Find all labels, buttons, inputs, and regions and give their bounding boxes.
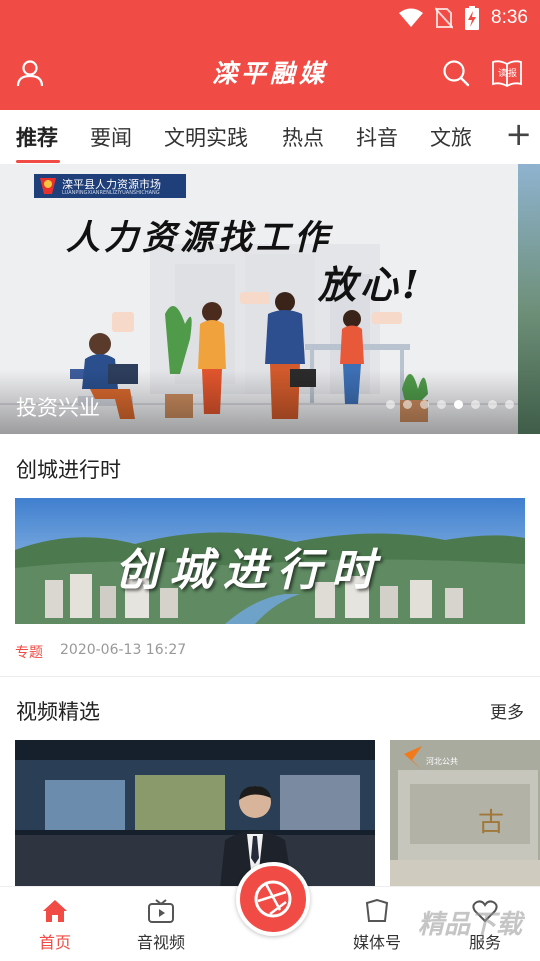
banner-headline-2: 放心!	[318, 262, 423, 307]
camera-shutter-icon	[254, 880, 292, 918]
read-icon-label: 读报	[498, 69, 519, 79]
banner-next-slide-peek	[518, 164, 540, 434]
search-icon[interactable]	[442, 59, 470, 87]
channel-badge: 河北公共	[426, 757, 458, 766]
status-icons: 8:36	[399, 6, 528, 30]
tab-news[interactable]: 要闻	[90, 122, 132, 152]
pagination-dot[interactable]	[386, 400, 395, 409]
pagination-dot[interactable]	[403, 400, 412, 409]
pagination-dot[interactable]	[488, 400, 497, 409]
stone-carving-glyph: 古	[478, 808, 505, 838]
wifi-icon	[399, 8, 424, 27]
watermark-text: 精品下载	[418, 909, 523, 939]
active-tab-indicator	[16, 160, 60, 163]
category-tabs: 推荐 要闻 文明实践 热点 抖音 文旅 +	[0, 110, 540, 164]
pagination-dot-active[interactable]	[454, 400, 463, 409]
pagination-dot[interactable]	[471, 400, 480, 409]
banner-caption: 投资兴业	[16, 396, 100, 420]
section-divider	[0, 676, 540, 677]
video-thumbnail[interactable]: 河北公共 古	[390, 740, 540, 888]
banner-logo-subtext: LUANPINGXIANRENLIZIYUANSHICHANG	[62, 190, 160, 196]
video-section-title: 视频精选	[16, 700, 100, 724]
banner-pagination	[386, 400, 514, 409]
nav-label-media: 媒体号	[352, 933, 401, 952]
tab-culture-travel[interactable]: 文旅	[430, 122, 472, 152]
news-studio-image	[15, 740, 375, 888]
center-action-button[interactable]	[236, 862, 310, 936]
article-tag: 专题	[15, 645, 43, 661]
status-time: 8:36	[491, 7, 528, 28]
feature-image-text: 创城进行时	[115, 545, 385, 596]
home-icon	[43, 900, 67, 922]
pagination-dot[interactable]	[437, 400, 446, 409]
app-header: 滦平融媒 读报	[0, 36, 540, 110]
banner-headline: 人力资源找工作	[66, 218, 332, 258]
more-link[interactable]: 更多	[490, 698, 524, 723]
nav-label-audio-video: 音视频	[136, 933, 185, 952]
pagination-dot[interactable]	[420, 400, 429, 409]
feature-article-image[interactable]: 创城进行时	[15, 498, 525, 624]
no-sim-icon	[435, 7, 454, 29]
nav-label-home: 首页	[38, 933, 71, 952]
feature-section-title: 创城进行时	[16, 458, 121, 482]
pagination-dot[interactable]	[505, 400, 514, 409]
tv-play-icon	[148, 899, 174, 923]
tab-hot[interactable]: 热点	[282, 122, 324, 152]
stone-gate-image	[390, 740, 540, 888]
add-tab-icon[interactable]: +	[505, 118, 532, 150]
video-thumbnail[interactable]	[15, 740, 375, 888]
status-bar: 8:36	[0, 0, 540, 36]
battery-charging-icon	[465, 6, 480, 30]
media-account-icon	[365, 899, 389, 922]
read-newspaper-icon[interactable]: 读报	[492, 59, 522, 87]
tab-douyin[interactable]: 抖音	[356, 122, 398, 152]
article-timestamp: 2020-06-13 16:27	[60, 642, 187, 658]
tab-recommend[interactable]: 推荐	[16, 122, 58, 152]
tab-civilization[interactable]: 文明实践	[164, 122, 248, 152]
